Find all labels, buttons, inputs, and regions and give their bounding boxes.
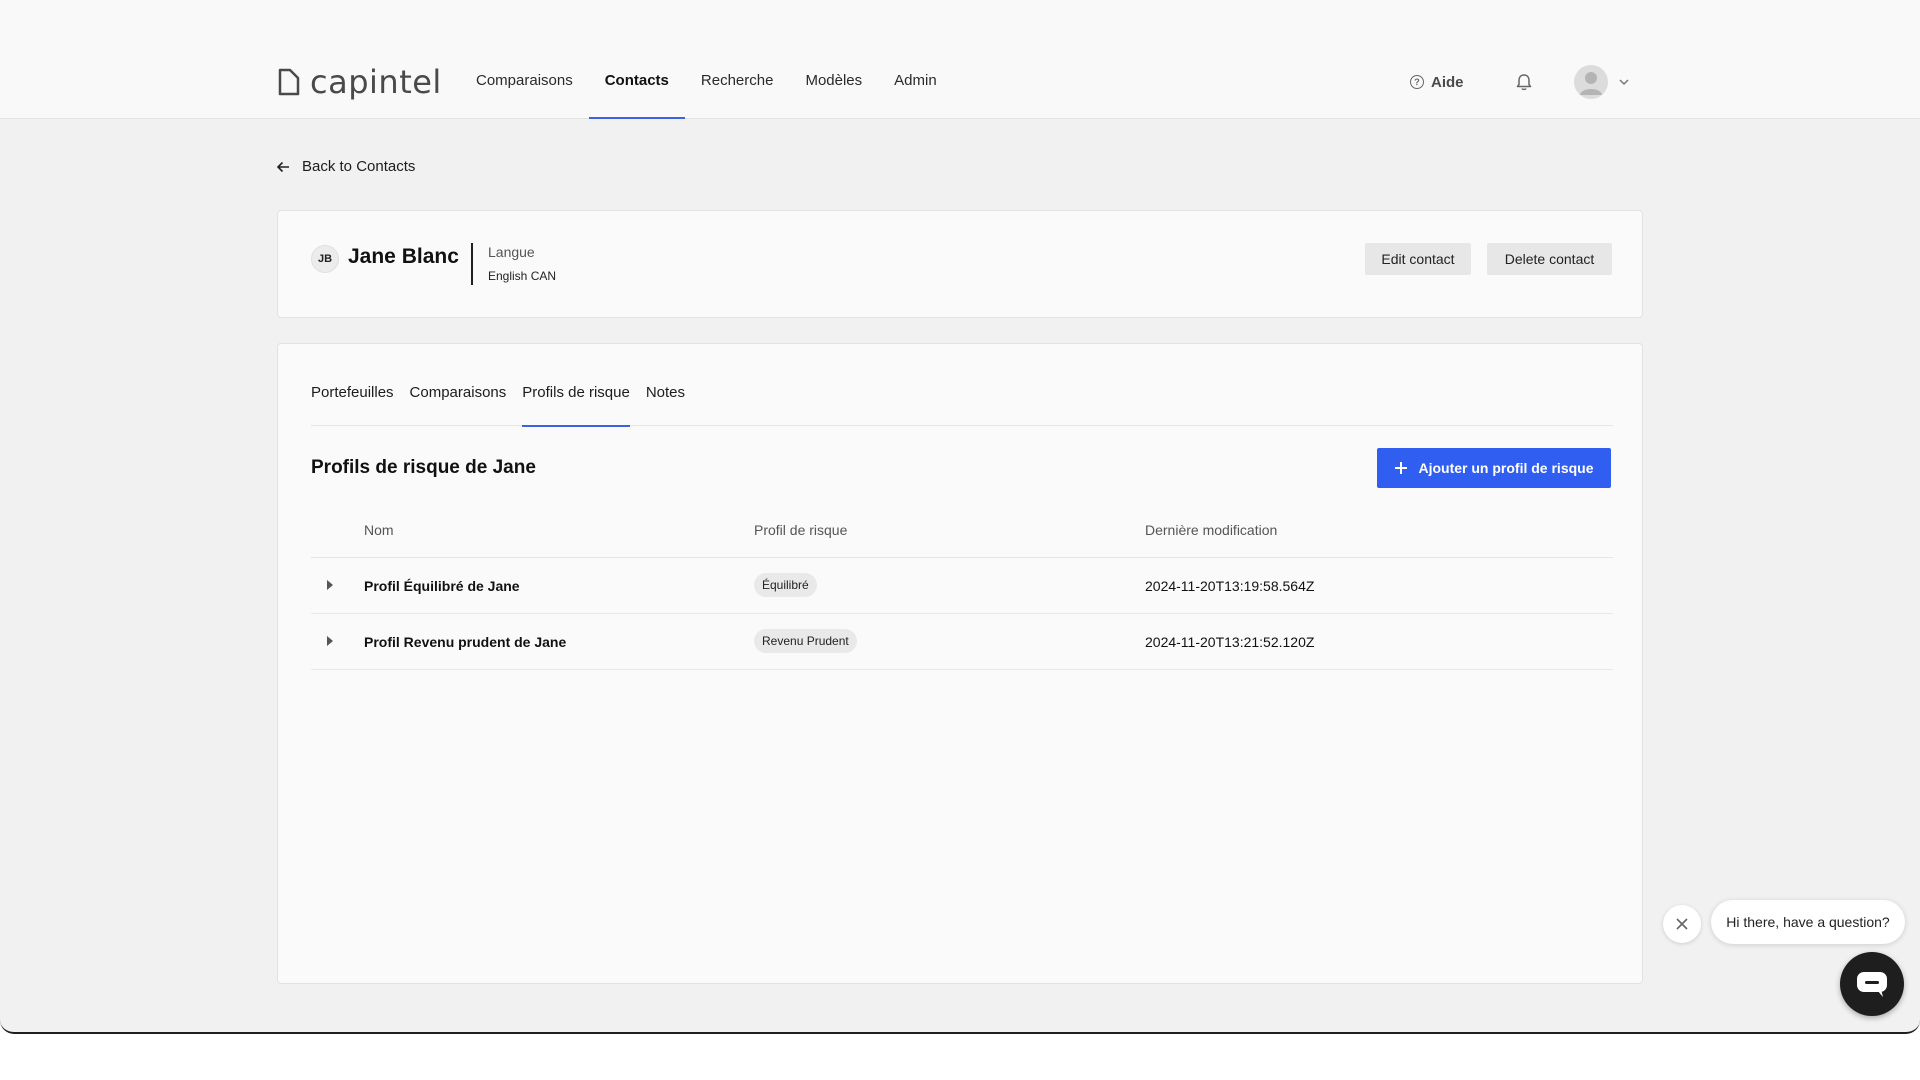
contact-tabs: Portefeuilles Comparaisons Profils de ri… — [311, 384, 1613, 427]
risk-profile-badge: Équilibré — [754, 573, 817, 597]
table-row[interactable]: Profil Équilibré de Jane Équilibré 2024-… — [311, 558, 1613, 614]
help-label: Aide — [1431, 73, 1464, 91]
delete-contact-button[interactable]: Delete contact — [1487, 243, 1612, 275]
arrow-left-icon — [276, 161, 289, 172]
expand-caret-icon[interactable] — [327, 636, 333, 646]
nav-item-admin[interactable]: Admin — [878, 58, 953, 119]
tab-notes[interactable]: Notes — [646, 384, 685, 426]
main-nav: Comparaisons Contacts Recherche Modèles … — [460, 58, 953, 119]
table-row[interactable]: Profil Revenu prudent de Jane Revenu Pru… — [311, 614, 1613, 670]
chevron-down-icon — [1618, 79, 1629, 86]
row-name: Profil Revenu prudent de Jane — [364, 634, 567, 650]
contact-card: JB Jane Blanc Langue English CAN Edit co… — [277, 210, 1643, 318]
logo[interactable]: capintel — [278, 62, 442, 102]
avatar — [1573, 65, 1608, 99]
contact-name: Jane Blanc — [348, 245, 459, 268]
add-risk-profile-button[interactable]: Ajouter un profil de risque — [1377, 448, 1611, 488]
logo-icon — [278, 68, 300, 96]
bell-icon[interactable] — [1514, 72, 1534, 92]
risk-profile-badge: Revenu Prudent — [754, 629, 857, 653]
top-header: capintel Comparaisons Contacts Recherche… — [0, 0, 1920, 119]
column-header-modified[interactable]: Dernière modification — [1145, 522, 1277, 538]
row-modified: 2024-11-20T13:21:52.120Z — [1145, 634, 1315, 650]
section-title: Profils de risque de Jane — [311, 457, 536, 478]
row-modified: 2024-11-20T13:19:58.564Z — [1145, 578, 1315, 594]
help-link[interactable]: ? Aide — [1410, 74, 1464, 91]
tab-portefeuilles[interactable]: Portefeuilles — [311, 384, 394, 426]
logo-text: capintel — [310, 63, 442, 101]
risk-profiles-table: Nom Profil de risque Dernière modificati… — [311, 502, 1613, 670]
table-header: Nom Profil de risque Dernière modificati… — [311, 502, 1613, 558]
nav-item-contacts[interactable]: Contacts — [588, 58, 686, 119]
back-to-contacts-link[interactable]: Back to Contacts — [276, 158, 415, 175]
chat-dismiss-button[interactable] — [1663, 905, 1701, 943]
language-label: Langue — [488, 244, 535, 260]
row-name: Profil Équilibré de Jane — [364, 578, 520, 594]
avatar: JB — [311, 245, 339, 273]
close-icon — [1676, 918, 1688, 930]
chat-icon — [1857, 972, 1887, 997]
edit-contact-button[interactable]: Edit contact — [1365, 243, 1471, 275]
column-header-name[interactable]: Nom — [364, 522, 394, 538]
question-icon: ? — [1410, 75, 1424, 89]
tab-profils-de-risque[interactable]: Profils de risque — [522, 384, 630, 427]
app-window: capintel Comparaisons Contacts Recherche… — [0, 0, 1920, 1034]
expand-caret-icon[interactable] — [327, 580, 333, 590]
user-menu[interactable] — [1573, 65, 1630, 99]
chat-launcher-button[interactable] — [1840, 952, 1904, 1016]
nav-item-comparaisons[interactable]: Comparaisons — [460, 58, 589, 119]
user-icon — [1579, 72, 1602, 95]
tab-comparaisons[interactable]: Comparaisons — [410, 384, 507, 426]
back-label: Back to Contacts — [302, 158, 416, 175]
nav-item-recherche[interactable]: Recherche — [685, 58, 790, 119]
add-button-label: Ajouter un profil de risque — [1418, 460, 1594, 476]
risk-profiles-card: Portefeuilles Comparaisons Profils de ri… — [277, 343, 1643, 984]
column-header-profile[interactable]: Profil de risque — [754, 522, 847, 538]
divider — [471, 243, 473, 285]
nav-item-modeles[interactable]: Modèles — [789, 58, 878, 119]
chat-prompt[interactable]: Hi there, have a question? — [1711, 900, 1905, 944]
language-value: English CAN — [488, 269, 557, 283]
plus-icon — [1395, 462, 1408, 474]
header-actions: ? Aide — [1410, 62, 1630, 102]
